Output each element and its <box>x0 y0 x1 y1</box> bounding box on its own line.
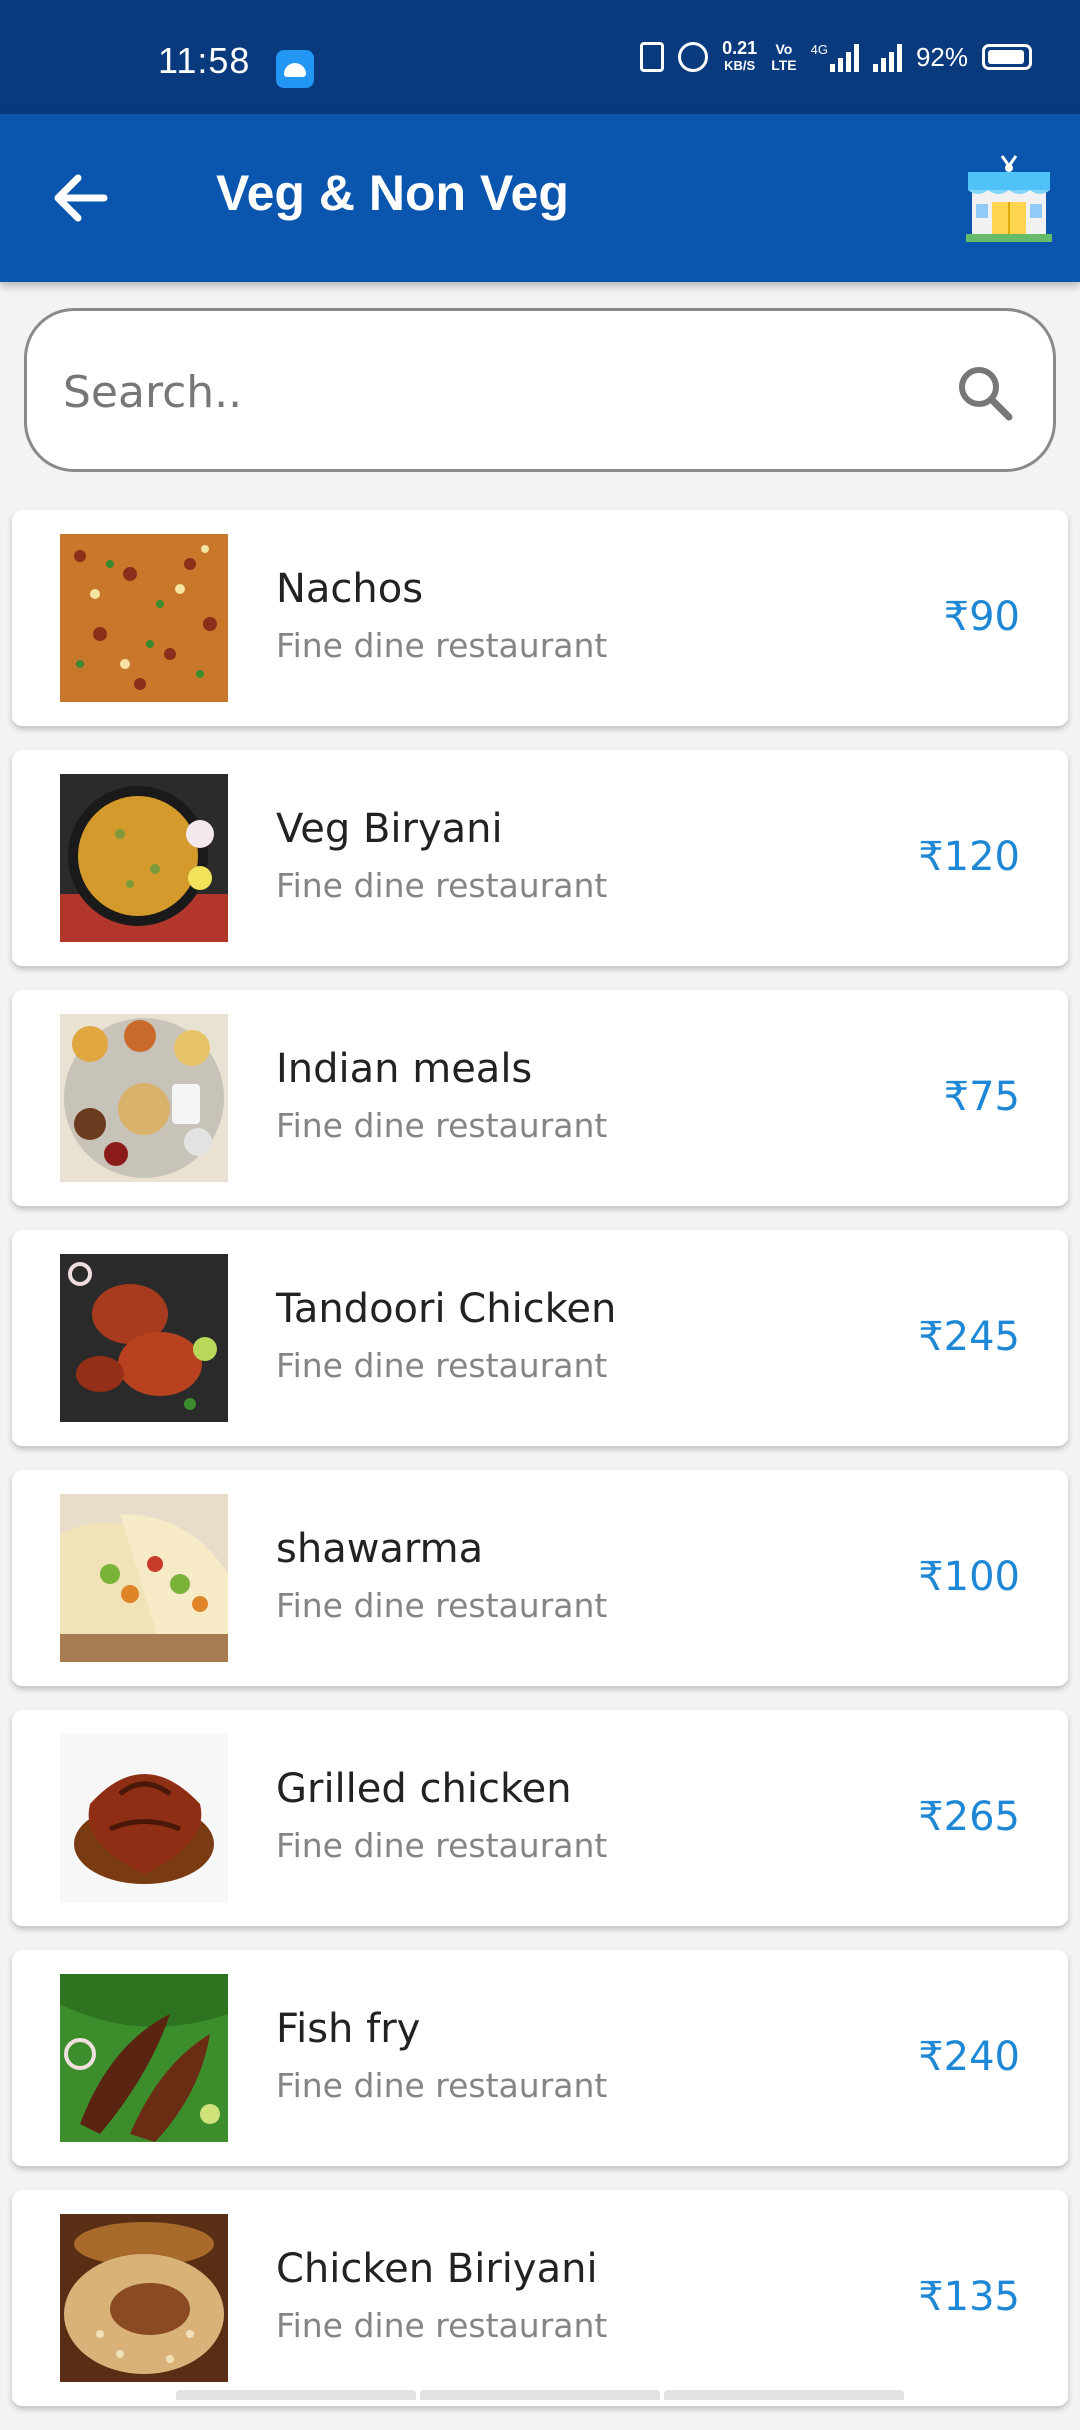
item-price: ₹240 <box>918 2034 1020 2080</box>
chicken-biriyani-image <box>60 2214 228 2382</box>
item-name: Chicken Biriyani <box>276 2246 598 2292</box>
item-price: ₹120 <box>918 834 1020 880</box>
search-input[interactable] <box>61 351 925 433</box>
signal-icon-2 <box>872 42 902 72</box>
item-name: Nachos <box>276 566 424 612</box>
item-restaurant: Fine dine restaurant <box>276 2306 608 2345</box>
vibrate-icon <box>640 42 665 72</box>
page-title: Veg & Non Veg <box>216 165 569 221</box>
arrow-back-icon <box>54 174 108 222</box>
network-speed-value: 0.21 <box>722 38 758 58</box>
item-name: shawarma <box>276 1526 484 1572</box>
volte-top: Vo <box>775 41 793 57</box>
item-price: ₹265 <box>918 1794 1020 1840</box>
list-item[interactable]: Indian meals Fine dine restaurant ₹75 <box>12 990 1068 1206</box>
fish-fry-image <box>60 1974 228 2142</box>
battery-percent: 92% <box>915 41 968 72</box>
android-notification-icon <box>276 50 314 88</box>
search-icon[interactable] <box>953 361 1017 425</box>
item-restaurant: Fine dine restaurant <box>276 1586 608 1625</box>
item-name: Veg Biryani <box>276 806 503 852</box>
network-type: 4G <box>810 42 828 57</box>
network-speed-unit: KB/S <box>724 58 756 73</box>
item-name: Grilled chicken <box>276 1766 572 1812</box>
veg-biryani-image <box>60 774 228 942</box>
app-bar: Veg & Non Veg <box>0 114 1080 282</box>
item-restaurant: Fine dine restaurant <box>276 2066 608 2105</box>
list-item[interactable]: shawarma Fine dine restaurant ₹100 <box>12 1470 1068 1686</box>
item-restaurant: Fine dine restaurant <box>276 626 608 665</box>
item-restaurant: Fine dine restaurant <box>276 1106 608 1145</box>
status-time: 11:58 <box>158 40 251 81</box>
item-price: ₹245 <box>918 1314 1020 1360</box>
item-restaurant: Fine dine restaurant <box>276 1826 608 1865</box>
bottom-tab-peek <box>420 2390 660 2400</box>
alarm-icon <box>678 42 709 72</box>
bottom-tab-peek <box>664 2390 904 2400</box>
status-bar: 11:58 0.21 KB/S Vo LTE 4G 92% <box>0 0 1080 114</box>
search-box[interactable] <box>24 308 1056 472</box>
item-price: ₹75 <box>943 1074 1020 1120</box>
item-restaurant: Fine dine restaurant <box>276 1346 608 1385</box>
indian-meals-image <box>60 1014 228 1182</box>
item-price: ₹100 <box>918 1554 1020 1600</box>
list-item[interactable]: Veg Biryani Fine dine restaurant ₹120 <box>12 750 1068 966</box>
signal-icon: 4G <box>811 42 859 72</box>
bottom-bar-peek <box>176 2390 904 2400</box>
list-item[interactable]: Tandoori Chicken Fine dine restaurant ₹2… <box>12 1230 1068 1446</box>
list-item[interactable]: Chicken Biriyani Fine dine restaurant ₹1… <box>12 2190 1068 2406</box>
list-item[interactable]: Fish fry Fine dine restaurant ₹240 <box>12 1950 1068 2166</box>
bottom-tab-peek <box>176 2390 416 2400</box>
food-item-list: Nachos Fine dine restaurant ₹90 Veg Biry… <box>12 510 1068 2430</box>
item-price: ₹90 <box>943 594 1020 640</box>
list-item[interactable]: Nachos Fine dine restaurant ₹90 <box>12 510 1068 726</box>
shawarma-image <box>60 1494 228 1662</box>
back-button[interactable] <box>40 158 120 238</box>
restaurant-store-icon[interactable] <box>966 152 1052 242</box>
network-speed: 0.21 KB/S <box>722 38 758 74</box>
item-name: Fish fry <box>276 2006 421 2052</box>
list-item[interactable]: Grilled chicken Fine dine restaurant ₹26… <box>12 1710 1068 1926</box>
battery-icon <box>982 44 1032 70</box>
item-name: Indian meals <box>276 1046 533 1092</box>
nachos-image <box>60 534 228 702</box>
tandoori-chicken-image <box>60 1254 228 1422</box>
item-restaurant: Fine dine restaurant <box>276 866 608 905</box>
status-icons: 0.21 KB/S Vo LTE 4G 92% <box>640 38 1032 74</box>
volte-indicator: Vo LTE <box>771 41 796 73</box>
item-price: ₹135 <box>918 2274 1020 2320</box>
volte-bottom: LTE <box>771 57 797 73</box>
item-name: Tandoori Chicken <box>276 1286 617 1332</box>
grilled-chicken-image <box>60 1734 228 1902</box>
